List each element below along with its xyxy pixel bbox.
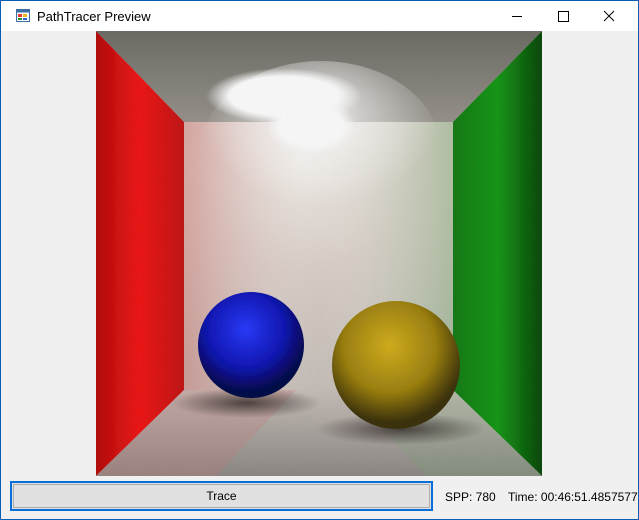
minimize-icon [512,16,522,17]
cornell-box-image [96,31,542,476]
close-button[interactable] [586,1,632,31]
close-icon [603,10,615,22]
blue-sphere [198,292,304,398]
minimize-button[interactable] [494,1,540,31]
maximize-icon [558,11,569,22]
elapsed-time: Time: 00:46:51.4857577 [508,490,638,504]
render-preview [96,31,542,476]
yellow-sphere [332,301,460,429]
app-window-icon [16,9,30,22]
title-bar[interactable]: PathTracer Preview [1,1,638,31]
trace-button[interactable]: Trace [10,481,433,511]
trace-button-label: Trace [206,489,237,503]
window-title: PathTracer Preview [37,9,151,24]
maximize-button[interactable] [540,1,586,31]
spp-counter: SPP: 780 [445,490,496,504]
app-window: PathTracer Preview Trace SPP: 780 Time: … [1,1,638,519]
